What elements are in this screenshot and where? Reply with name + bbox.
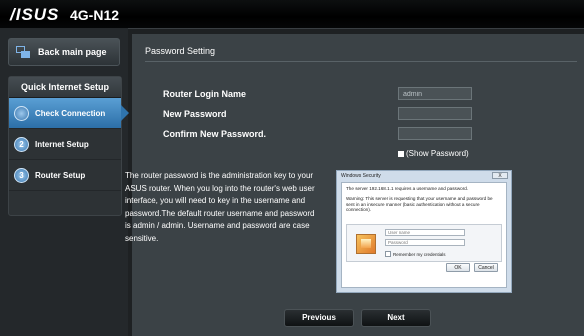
dialog-message: The server 192.168.1.1 requires a userna…	[346, 186, 469, 191]
login-name-label: Router Login Name	[163, 89, 247, 99]
login-name-field[interactable]	[398, 87, 472, 100]
step-internet-setup[interactable]: 2 Internet Setup	[9, 129, 121, 160]
menu-title: Quick Internet Setup	[9, 77, 121, 98]
sidebar: Back main page Quick Internet Setup Chec…	[0, 28, 129, 336]
remember-checkbox	[385, 251, 391, 257]
step-check-connection[interactable]: Check Connection	[9, 98, 129, 129]
model-name: 4G-N12	[70, 7, 120, 23]
back-main-page-label: Back main page	[38, 47, 107, 57]
step-label: Router Setup	[35, 170, 86, 180]
password-description: The router password is the administratio…	[125, 171, 315, 243]
dialog-password-field: Password	[385, 239, 465, 246]
step-1-icon	[14, 105, 29, 121]
windows-security-dialog-image: Windows Security X The server 192.168.1.…	[336, 170, 512, 293]
new-password-label: New Password	[163, 109, 227, 119]
remember-credentials: Remember my credentials	[385, 251, 446, 257]
show-password-label: (Show Password)	[406, 149, 469, 158]
new-password-field[interactable]	[398, 107, 472, 120]
back-main-page-button[interactable]: Back main page	[8, 38, 120, 66]
step-2-icon: 2	[14, 136, 29, 152]
close-icon: X	[492, 172, 508, 179]
confirm-password-field[interactable]	[398, 127, 472, 140]
password-setting-panel: Password Setting Router Login Name New P…	[125, 34, 584, 336]
step-label: Check Connection	[35, 108, 106, 118]
dialog-warning: Warning: This server is requesting that …	[346, 196, 493, 212]
previous-button[interactable]: Previous	[284, 309, 354, 327]
dialog-username-field: User name	[385, 229, 465, 236]
step-3-icon: 3	[14, 167, 29, 183]
credential-box: User name Password Remember my credentia…	[346, 224, 502, 262]
remember-label: Remember my credentials	[393, 251, 446, 257]
show-password-checkbox[interactable]	[398, 150, 404, 157]
dialog-ok-button: OK	[446, 263, 470, 272]
brand-logo: /ISUS	[10, 5, 60, 24]
top-bar: /ISUS 4G-N12	[0, 0, 584, 29]
divider	[145, 61, 577, 62]
confirm-password-label: Confirm New Password.	[163, 129, 267, 139]
page-title: Password Setting	[145, 46, 216, 56]
dialog-title: Windows Security	[341, 173, 381, 179]
step-router-setup[interactable]: 3 Router Setup	[9, 160, 121, 191]
next-button[interactable]: Next	[361, 309, 431, 327]
quick-setup-menu: Quick Internet Setup Check Connection 2 …	[8, 76, 129, 216]
show-password-toggle[interactable]: (Show Password)	[398, 149, 469, 158]
dialog-body: The server 192.168.1.1 requires a userna…	[341, 182, 507, 288]
dialog-cancel-button: Cancel	[474, 263, 498, 272]
network-icon	[16, 46, 30, 58]
step-label: Internet Setup	[35, 139, 89, 149]
user-avatar-icon	[356, 234, 376, 254]
